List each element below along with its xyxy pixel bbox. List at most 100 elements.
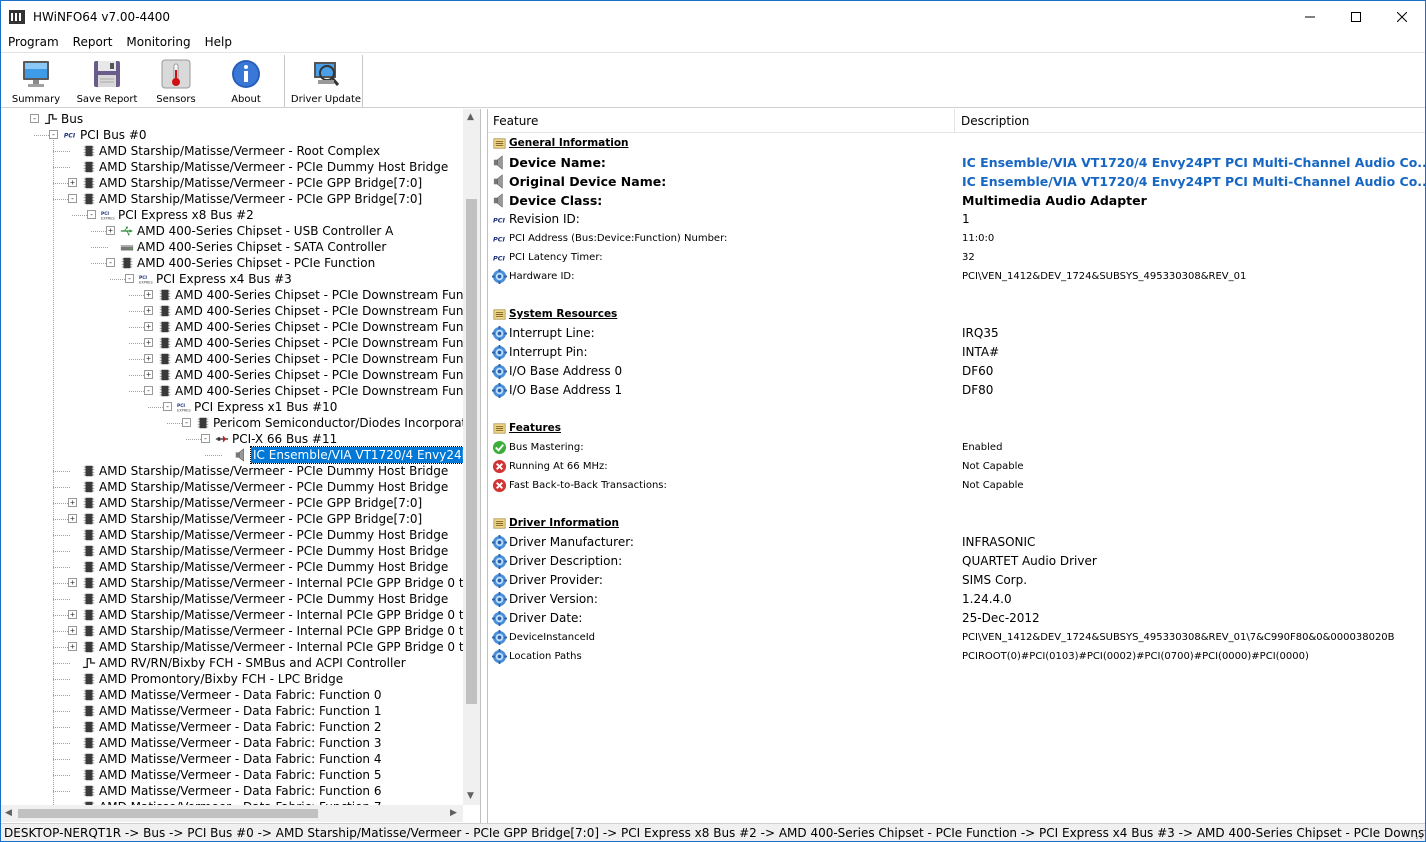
tree-item[interactable]: + AMD 400-Series Chipset - USB Controller…	[1, 223, 463, 239]
tree-item[interactable]: + AMD Starship/Matisse/Vermeer - PCIe GPP…	[1, 511, 463, 527]
expand-icon[interactable]: +	[68, 642, 77, 651]
tree-item[interactable]: -PCIEXPRESSPCI Express x4 Bus #3	[1, 271, 463, 287]
menu-report[interactable]: Report	[66, 32, 120, 52]
tree-item[interactable]: AMD Starship/Matisse/Vermeer - PCIe Dumm…	[1, 591, 463, 607]
tree-item[interactable]: AMD Matisse/Vermeer - Data Fabric: Funct…	[1, 783, 463, 799]
tree-item[interactable]: AMD Matisse/Vermeer - Data Fabric: Funct…	[1, 703, 463, 719]
expand-icon[interactable]: +	[144, 306, 153, 315]
tree-item[interactable]: -PCIEXPRESSPCI Express x8 Bus #2	[1, 207, 463, 223]
tree-item[interactable]: + AMD 400-Series Chipset - PCIe Downstrea…	[1, 287, 463, 303]
tree-item[interactable]: - AMD Starship/Matisse/Vermeer - PCIe GPP…	[1, 191, 463, 207]
device-tree[interactable]: - Bus - PCI PCI Bus #0 AMD Starship/Matisse/V…	[1, 109, 463, 805]
driver-update-button[interactable]: Driver Update	[291, 55, 361, 107]
tree-item[interactable]: + AMD Starship/Matisse/Vermeer - PCIe GPP…	[1, 175, 463, 191]
collapse-icon[interactable]: -	[68, 194, 77, 203]
minimize-button[interactable]	[1287, 1, 1333, 32]
tree-item[interactable]: AMD Starship/Matisse/Vermeer - PCIe Dumm…	[1, 159, 463, 175]
tree-item[interactable]: - AMD 400-Series Chipset - PCIe Function	[1, 255, 463, 271]
expand-icon[interactable]: +	[144, 338, 153, 347]
expand-icon[interactable]: +	[144, 290, 153, 299]
menu-program[interactable]: Program	[1, 32, 66, 52]
collapse-icon[interactable]: -	[49, 130, 58, 139]
collapse-icon[interactable]: -	[201, 434, 210, 443]
maximize-button[interactable]	[1333, 1, 1379, 32]
feature-column-header[interactable]: Feature	[488, 109, 955, 133]
collapse-icon[interactable]: -	[182, 418, 191, 427]
detail-row[interactable]: Device Name: IC Ensemble/VIA VT1720/4 Env…	[488, 153, 1425, 172]
detail-row[interactable]: I/O Base Address 1 DF80	[488, 381, 1425, 400]
scroll-up-arrow-icon[interactable]: ▲	[467, 112, 474, 122]
detail-row[interactable]: Driver Manufacturer: INFRASONIC	[488, 533, 1425, 552]
expand-icon[interactable]: +	[144, 354, 153, 363]
tree-item[interactable]: AMD Starship/Matisse/Vermeer - Root Comp…	[1, 143, 463, 159]
detail-row[interactable]: Interrupt Pin: INTA#	[488, 343, 1425, 362]
close-button[interactable]	[1379, 1, 1425, 32]
tree-item[interactable]: AMD Starship/Matisse/Vermeer - PCIe Dumm…	[1, 463, 463, 479]
tree-item[interactable]: + AMD 400-Series Chipset - PCIe Downstrea…	[1, 319, 463, 335]
tree-horizontal-scrollbar[interactable]: ◀ ▶	[1, 805, 463, 822]
detail-row[interactable]: Fast Back-to-Back Transactions: Not Capab…	[488, 476, 1425, 495]
tree-item[interactable]: -PCIEXPRESSPCI Express x1 Bus #10	[1, 399, 463, 415]
detail-row[interactable]: PCI PCI Latency Timer: 32	[488, 248, 1425, 267]
tree-item[interactable]: AMD Matisse/Vermeer - Data Fabric: Funct…	[1, 751, 463, 767]
tree-item[interactable]: AMD Promontory/Bixby FCH - LPC Bridge	[1, 671, 463, 687]
expand-icon[interactable]: +	[68, 578, 77, 587]
tree-item[interactable]: + AMD 400-Series Chipset - PCIe Downstrea…	[1, 351, 463, 367]
scroll-down-arrow-icon[interactable]: ▼	[467, 791, 474, 801]
scroll-right-arrow-icon[interactable]: ▶	[450, 808, 457, 818]
tree-item[interactable]: AMD Starship/Matisse/Vermeer - PCIe Dumm…	[1, 479, 463, 495]
detail-row[interactable]: Driver Provider: SIMS Corp.	[488, 571, 1425, 590]
tree-item[interactable]: + AMD Starship/Matisse/Vermeer - Internal…	[1, 575, 463, 591]
tree-item[interactable]: + AMD 400-Series Chipset - PCIe Downstrea…	[1, 335, 463, 351]
detail-row[interactable]: Original Device Name: IC Ensemble/VIA VT1…	[488, 172, 1425, 191]
tree-item[interactable]: AMD Matisse/Vermeer - Data Fabric: Funct…	[1, 719, 463, 735]
sensors-button[interactable]: Sensors	[153, 55, 199, 107]
menu-monitoring[interactable]: Monitoring	[119, 32, 197, 52]
expand-icon[interactable]: +	[68, 498, 77, 507]
tree-vertical-scroll-thumb[interactable]	[466, 199, 477, 704]
collapse-icon[interactable]: -	[163, 402, 172, 411]
tree-item[interactable]: AMD Starship/Matisse/Vermeer - PCIe Dumm…	[1, 543, 463, 559]
section-header-row[interactable]: General Information	[488, 134, 1425, 153]
tree-horizontal-scroll-thumb[interactable]	[18, 809, 318, 818]
tree-item[interactable]: + AMD Starship/Matisse/Vermeer - PCIe GPP…	[1, 495, 463, 511]
tree-item[interactable]: AMD RV/RN/Bixby FCH - SMBus and ACPI Con…	[1, 655, 463, 671]
detail-row[interactable]: Location Paths PCIROOT(0)#PCI(0103)#PCI(0…	[488, 647, 1425, 666]
scroll-left-arrow-icon[interactable]: ◀	[5, 808, 12, 818]
expand-icon[interactable]: +	[144, 322, 153, 331]
detail-row[interactable]: Bus Mastering: Enabled	[488, 438, 1425, 457]
tree-item[interactable]: AMD Matisse/Vermeer - Data Fabric: Funct…	[1, 735, 463, 751]
detail-row[interactable]: Interrupt Line: IRQ35	[488, 324, 1425, 343]
tree-item[interactable]: AMD 400-Series Chipset - SATA Controller	[1, 239, 463, 255]
expand-icon[interactable]: +	[68, 626, 77, 635]
tree-vertical-scrollbar[interactable]: ▲ ▼	[463, 109, 480, 805]
tree-item[interactable]: AMD Starship/Matisse/Vermeer - PCIe Dumm…	[1, 559, 463, 575]
about-button[interactable]: About	[223, 55, 269, 107]
tree-item[interactable]: AMD Matisse/Vermeer - Data Fabric: Funct…	[1, 767, 463, 783]
tree-item[interactable]: - Bus	[1, 111, 463, 127]
menu-help[interactable]: Help	[198, 32, 239, 52]
tree-item[interactable]: + AMD Starship/Matisse/Vermeer - Internal…	[1, 623, 463, 639]
expand-icon[interactable]: +	[68, 514, 77, 523]
detail-row[interactable]: Device Class: Multimedia Audio Adapter	[488, 191, 1425, 210]
expand-icon[interactable]: +	[68, 610, 77, 619]
detail-row[interactable]: PCI PCI Address (Bus:Device:Function) Num…	[488, 229, 1425, 248]
section-header-row[interactable]: Features	[488, 419, 1425, 438]
section-header-row[interactable]: Driver Information	[488, 514, 1425, 533]
tree-item[interactable]: + AMD Starship/Matisse/Vermeer - Internal…	[1, 607, 463, 623]
collapse-icon[interactable]: -	[30, 114, 39, 123]
expand-icon[interactable]: +	[106, 226, 115, 235]
resize-grip-icon[interactable]	[1411, 828, 1423, 840]
detail-row[interactable]: Driver Version: 1.24.4.0	[488, 590, 1425, 609]
collapse-icon[interactable]: -	[106, 258, 115, 267]
detail-row[interactable]: Running At 66 MHz: Not Capable	[488, 457, 1425, 476]
collapse-icon[interactable]: -	[125, 274, 134, 283]
expand-icon[interactable]: +	[68, 178, 77, 187]
section-header-row[interactable]: System Resources	[488, 305, 1425, 324]
tree-item[interactable]: + AMD 400-Series Chipset - PCIe Downstrea…	[1, 303, 463, 319]
description-column-header[interactable]: Description	[956, 109, 1425, 133]
detail-row[interactable]: Driver Date: 25-Dec-2012	[488, 609, 1425, 628]
detail-row[interactable]: Driver Description: QUARTET Audio Driver	[488, 552, 1425, 571]
expand-icon[interactable]: +	[144, 370, 153, 379]
collapse-icon[interactable]: -	[144, 386, 153, 395]
